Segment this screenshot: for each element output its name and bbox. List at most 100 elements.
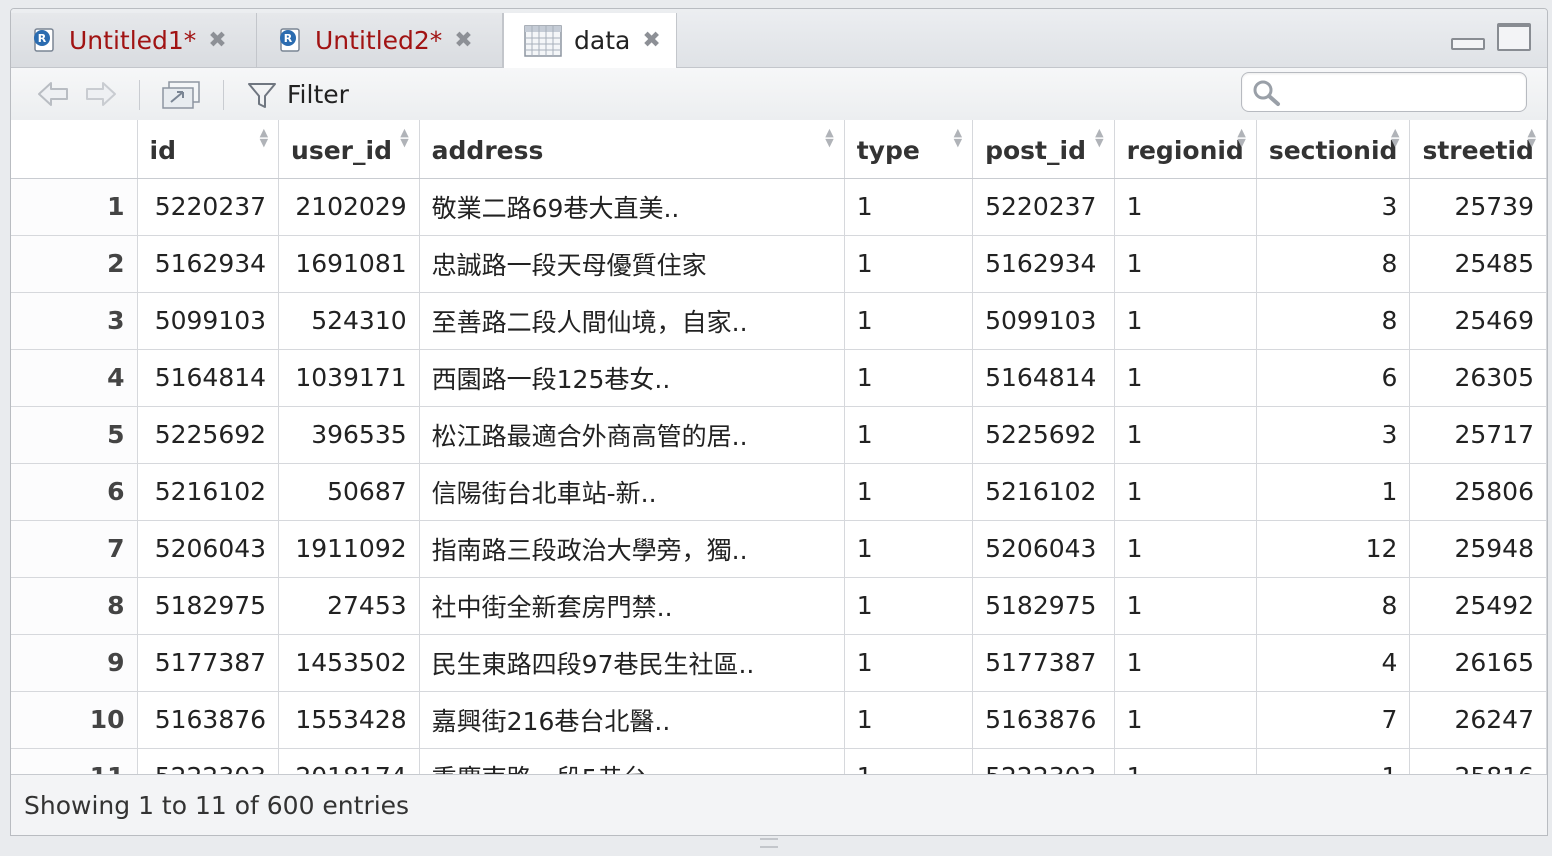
entries-status-text: Showing 1 to 11 of 600 entries (24, 791, 410, 820)
data-grid[interactable]: id ▲ ▼ user_id ▲ ▼ address ▲ ▼ type ▲ ▼ post_id ▲… (11, 120, 1547, 774)
cell-streetid: 26305 (1409, 349, 1547, 407)
cell-regionid: 1 (1114, 691, 1257, 749)
cell-id: 5216102 (137, 463, 280, 521)
show-in-window-icon[interactable] (161, 80, 203, 110)
tab-label: Untitled1* (69, 25, 197, 55)
table-row[interactable]: 2 5162934 1691081 忠誠路一段天母優質住家 1 5162934 1 8 2548… (11, 235, 1547, 293)
sort-arrows-icon[interactable]: ▲ ▼ (1391, 127, 1399, 148)
cell-post-id: 5206043 (972, 520, 1115, 578)
cell-id: 5162934 (137, 235, 280, 293)
cell-sectionid: 1 (1256, 463, 1411, 521)
pane-resize-grip[interactable] (760, 838, 778, 848)
table-row[interactable]: 5 5225692 396535 松江路最適合外商高管的居.. 1 5225692 1 3 25… (11, 406, 1547, 464)
cell-streetid: 25492 (1409, 577, 1547, 635)
column-header-id[interactable]: id ▲ ▼ (137, 120, 280, 179)
cell-sectionid: 1 (1256, 748, 1411, 774)
column-header-type[interactable]: type ▲ ▼ (844, 120, 974, 179)
cell-sectionid: 8 (1256, 235, 1411, 293)
cell-post-id: 5177387 (972, 634, 1115, 692)
maximize-pane-icon[interactable] (1497, 23, 1531, 51)
cell-id: 5177387 (137, 634, 280, 692)
column-header-label: streetid (1422, 136, 1534, 166)
editor-tab-bar: R Untitled1* ✖ R Untitled2* ✖ data ✖ (11, 9, 1547, 68)
sort-arrows-icon[interactable]: ▲ ▼ (1528, 127, 1536, 148)
cell-sectionid: 4 (1256, 634, 1411, 692)
close-icon[interactable]: ✖ (208, 28, 226, 53)
cell-type: 1 (844, 235, 974, 293)
cell-sectionid: 6 (1256, 349, 1411, 407)
table-row[interactable]: 6 5216102 50687 信陽街台北車站-新.. 1 5216102 1 1 25806 (11, 463, 1547, 521)
column-header-label: id (149, 136, 176, 166)
cell-streetid: 25739 (1409, 178, 1547, 236)
cell-type: 1 (844, 292, 974, 350)
column-header-sectionid[interactable]: sectionid ▲ ▼ (1256, 120, 1411, 179)
cell-type: 1 (844, 577, 974, 635)
search-box[interactable] (1241, 72, 1527, 112)
table-row[interactable]: 3 5099103 524310 至善路二段人間仙境，自家.. 1 5099103 1 8 25… (11, 292, 1547, 350)
cell-regionid: 1 (1114, 463, 1257, 521)
tab-untitled1[interactable]: R Untitled1* ✖ (11, 13, 257, 67)
toolbar-separator (139, 80, 140, 110)
cell-address: 信陽街台北車站-新.. (419, 463, 845, 521)
table-row[interactable]: 1152223032018174重慶南路一段5巷台..1522230311258… (11, 748, 1547, 774)
sort-arrows-icon[interactable]: ▲ ▼ (954, 127, 962, 148)
r-script-icon: R (280, 28, 300, 52)
table-row[interactable]: 4 5164814 1039171 西園路一段125巷女.. 1 5164814 1 6 263… (11, 349, 1547, 407)
table-row[interactable]: 10 5163876 1553428 嘉興街216巷台北醫.. 1 5163876 1 7 26… (11, 691, 1547, 749)
cell-streetid: 25485 (1409, 235, 1547, 293)
cell-regionid: 1 (1114, 292, 1257, 350)
table-row[interactable]: 9 5177387 1453502 民生東路四段97巷民生社區.. 1 5177387 1 4… (11, 634, 1547, 692)
column-header-label: address (431, 136, 544, 166)
close-icon[interactable]: ✖ (454, 28, 472, 53)
table-grid-icon (524, 24, 562, 57)
sort-arrows-icon[interactable]: ▲ ▼ (825, 127, 833, 148)
column-header-post-id[interactable]: post_id ▲ ▼ (972, 120, 1115, 179)
cell-post-id: 5216102 (972, 463, 1115, 521)
data-table: id ▲ ▼ user_id ▲ ▼ address ▲ ▼ type ▲ ▼ post_id ▲… (11, 120, 1547, 774)
table-row[interactable]: 7 5206043 1911092 指南路三段政治大學旁，獨.. 1 5206043 1 12… (11, 520, 1547, 578)
cell-streetid: 25806 (1409, 463, 1547, 521)
sort-arrows-icon[interactable]: ▲ ▼ (1095, 127, 1103, 148)
row-number: 10 (11, 691, 138, 749)
cell-post-id: 5222303 (972, 748, 1115, 774)
search-input[interactable] (1288, 77, 1518, 107)
cell-post-id: 5225692 (972, 406, 1115, 464)
data-viewer-toolbar: Filter (11, 68, 1547, 121)
tab-untitled2[interactable]: R Untitled2* ✖ (257, 13, 503, 67)
filter-button-label[interactable]: Filter (287, 80, 349, 109)
row-number: 6 (11, 463, 138, 521)
cell-user-id: 1039171 (278, 349, 420, 407)
cell-streetid: 26247 (1409, 691, 1547, 749)
table-row[interactable]: 8 5182975 27453 社中街全新套房門禁.. 1 5182975 1 8 25492 (11, 577, 1547, 635)
cell-address: 至善路二段人間仙境，自家.. (419, 292, 845, 350)
cell-sectionid: 3 (1256, 178, 1411, 236)
filter-funnel-icon[interactable] (247, 82, 277, 110)
column-header-label: sectionid (1268, 136, 1398, 166)
cell-id: 5225692 (137, 406, 280, 464)
cell-post-id: 5182975 (972, 577, 1115, 635)
row-number-header (11, 120, 138, 179)
sort-arrows-icon[interactable]: ▲ ▼ (260, 127, 268, 148)
cell-streetid: 26165 (1409, 634, 1547, 692)
close-icon[interactable]: ✖ (642, 28, 660, 53)
column-header-user-id[interactable]: user_id ▲ ▼ (278, 120, 420, 179)
column-header-streetid[interactable]: streetid ▲ ▼ (1409, 120, 1547, 179)
forward-arrow-icon[interactable] (83, 78, 119, 110)
tab-data[interactable]: data ✖ (503, 13, 677, 68)
table-row[interactable]: 1 5220237 2102029 敬業二路69巷大直美.. 1 5220237 1 3 257… (11, 178, 1547, 236)
cell-sectionid: 3 (1256, 406, 1411, 464)
sort-arrows-icon[interactable]: ▲ ▼ (400, 127, 408, 148)
minimize-pane-icon[interactable] (1451, 38, 1485, 50)
sort-arrows-icon[interactable]: ▲ ▼ (1237, 127, 1245, 148)
row-number: 9 (11, 634, 138, 692)
r-script-icon: R (34, 28, 54, 52)
column-header-address[interactable]: address ▲ ▼ (419, 120, 845, 179)
column-header-regionid[interactable]: regionid ▲ ▼ (1114, 120, 1257, 179)
cell-sectionid: 8 (1256, 292, 1411, 350)
data-viewer-window: R Untitled1* ✖ R Untitled2* ✖ data ✖ Fil… (10, 8, 1548, 836)
cell-id: 5222303 (137, 748, 280, 774)
cell-streetid: 25948 (1409, 520, 1547, 578)
cell-user-id: 524310 (278, 292, 420, 350)
cell-id: 5164814 (137, 349, 280, 407)
back-arrow-icon[interactable] (35, 78, 71, 110)
